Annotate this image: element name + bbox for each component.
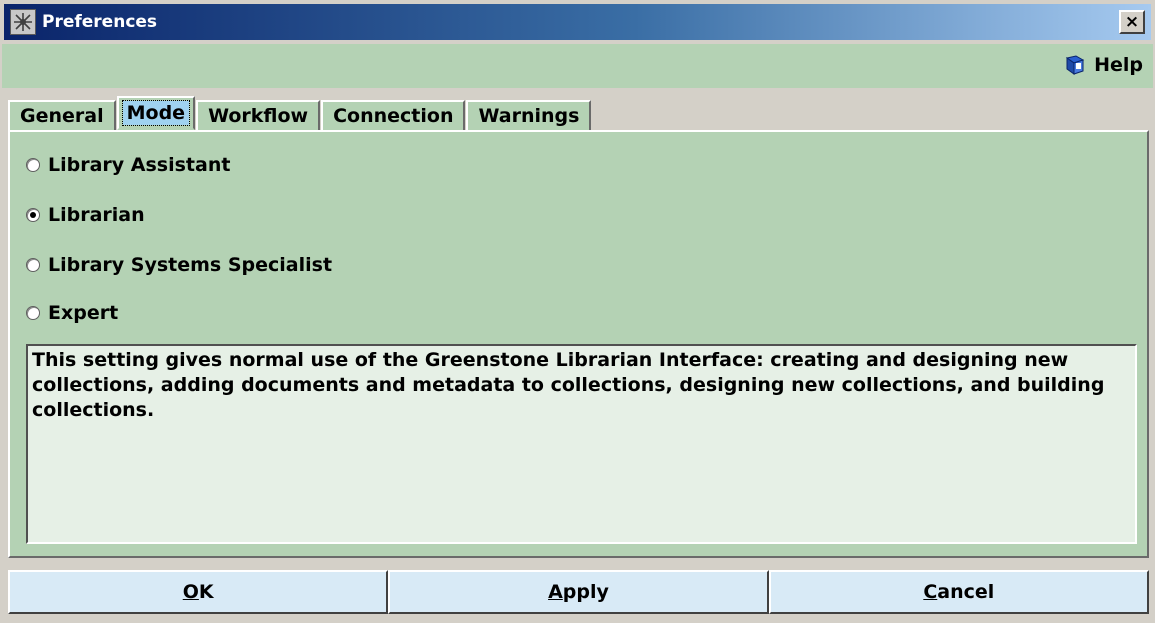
radio-button[interactable] <box>26 306 40 320</box>
mode-option-librarian[interactable]: Librarian <box>26 200 145 230</box>
title-bar[interactable]: Preferences × <box>4 4 1151 40</box>
tab-strip: General Mode Workflow Connection Warning… <box>8 96 592 130</box>
apply-mnemonic: A <box>548 581 563 603</box>
close-icon: × <box>1124 11 1140 32</box>
tab-label: Workflow <box>208 105 309 127</box>
tab-label: Mode <box>121 100 191 126</box>
ok-label-rest: K <box>198 581 214 603</box>
cancel-label-rest: ancel <box>937 581 995 603</box>
tab-mode[interactable]: Mode <box>116 96 196 130</box>
tab-label: Warnings <box>478 105 580 127</box>
tab-connection[interactable]: Connection <box>321 100 466 130</box>
radio-button[interactable] <box>26 158 40 172</box>
apply-label-rest: pply <box>562 581 609 603</box>
dialog-buttons: OK Apply Cancel <box>8 570 1149 614</box>
tab-warnings[interactable]: Warnings <box>466 100 592 130</box>
mode-description: This setting gives normal use of the Gre… <box>26 344 1137 544</box>
mode-option-label: Library Systems Specialist <box>48 254 333 276</box>
help-bar: Help <box>2 44 1153 88</box>
cancel-mnemonic: C <box>923 581 938 603</box>
app-icon <box>10 9 36 35</box>
tab-general[interactable]: General <box>8 100 116 130</box>
mode-panel: Library Assistant Librarian Library Syst… <box>8 130 1149 558</box>
preferences-window: Preferences × Help General Mode Workflow… <box>0 0 1155 623</box>
mode-option-label: Expert <box>48 302 119 324</box>
mode-option-library-assistant[interactable]: Library Assistant <box>26 150 230 180</box>
help-label: Help <box>1094 54 1143 76</box>
mode-option-label: Librarian <box>48 204 145 226</box>
apply-button[interactable]: Apply <box>388 570 769 614</box>
help-button[interactable]: Help <box>1064 54 1143 76</box>
close-button[interactable]: × <box>1119 10 1145 34</box>
radio-checked-dot <box>30 212 36 218</box>
mode-option-label: Library Assistant <box>48 154 231 176</box>
mode-option-library-systems-specialist[interactable]: Library Systems Specialist <box>26 250 332 280</box>
mode-option-expert[interactable]: Expert <box>26 298 118 328</box>
radio-button[interactable] <box>26 258 40 272</box>
help-book-icon <box>1064 54 1086 76</box>
cancel-button[interactable]: Cancel <box>768 570 1149 614</box>
tab-workflow[interactable]: Workflow <box>196 100 321 130</box>
tab-label: Connection <box>333 105 454 127</box>
ok-mnemonic: O <box>182 581 199 603</box>
window-title: Preferences <box>42 12 158 32</box>
ok-button[interactable]: OK <box>8 570 389 614</box>
radio-button[interactable] <box>26 208 40 222</box>
tab-label: General <box>20 105 104 127</box>
